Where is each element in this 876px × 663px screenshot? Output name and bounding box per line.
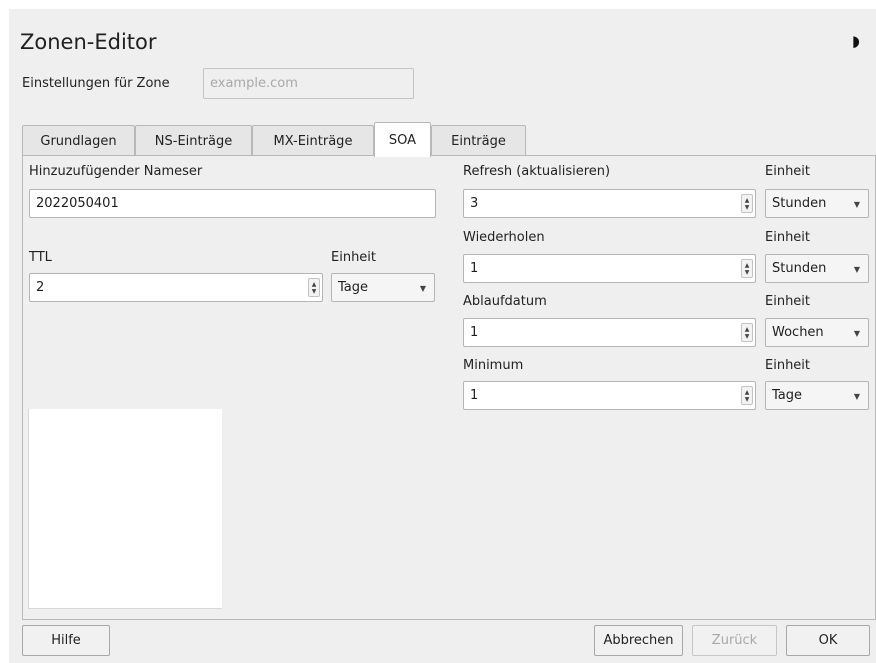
expire-value: 1: [470, 325, 479, 340]
spin-arrows-icon[interactable]: ▲ ▼: [308, 278, 320, 297]
tab-mx-eintraege[interactable]: MX-Einträge: [252, 125, 374, 156]
chevron-down-icon: ▼: [853, 200, 860, 209]
spin-arrows-icon[interactable]: ▲ ▼: [741, 194, 753, 213]
chevron-down-icon: ▼: [419, 284, 426, 293]
window-title: Zonen-Editor: [20, 30, 157, 54]
minimum-value: 1: [470, 388, 479, 403]
minimum-unit-select[interactable]: Tage ▼: [765, 381, 869, 410]
refresh-unit-label: Einheit: [765, 164, 811, 179]
refresh-spinbox[interactable]: 3 ▲ ▼: [463, 189, 756, 218]
ttl-unit-label: Einheit: [331, 250, 377, 265]
cancel-button[interactable]: Abbrechen: [594, 625, 683, 656]
refresh-unit-value: Stunden: [772, 196, 827, 211]
tab-soa[interactable]: SOA: [374, 122, 431, 157]
chevron-down-icon: ▼: [853, 329, 860, 338]
chevron-down-icon: ▼: [853, 392, 860, 401]
expire-spinbox[interactable]: 1 ▲ ▼: [463, 318, 756, 347]
ok-button[interactable]: OK: [786, 625, 870, 656]
chevron-down-icon: ▼: [853, 265, 860, 274]
retry-label: Wiederholen: [463, 230, 545, 245]
ttl-unit-value: Tage: [338, 280, 369, 295]
tab-eintraege[interactable]: Einträge: [431, 125, 526, 156]
retry-unit-label: Einheit: [765, 230, 811, 245]
spin-arrows-icon[interactable]: ▲ ▼: [741, 323, 753, 342]
expire-unit-select[interactable]: Wochen ▼: [765, 318, 869, 347]
refresh-value: 3: [470, 196, 479, 211]
retry-value: 1: [470, 261, 479, 276]
retry-spinbox[interactable]: 1 ▲ ▼: [463, 254, 756, 283]
half-moon-icon[interactable]: ◗: [852, 32, 860, 50]
ttl-value: 2: [36, 280, 45, 295]
zone-label: Einstellungen für Zone: [22, 76, 170, 91]
refresh-unit-select[interactable]: Stunden ▼: [765, 189, 869, 218]
minimum-label: Minimum: [463, 358, 524, 373]
ttl-label: TTL: [29, 250, 52, 265]
refresh-label: Refresh (aktualisieren): [463, 164, 611, 179]
expire-unit-label: Einheit: [765, 294, 811, 309]
ttl-unit-select[interactable]: Tage ▼: [331, 273, 435, 302]
help-button[interactable]: Hilfe: [22, 625, 110, 656]
ttl-spinbox[interactable]: 2 ▲ ▼: [29, 273, 323, 302]
retry-unit-value: Stunden: [772, 261, 827, 276]
blank-preview-area: [28, 409, 222, 609]
retry-unit-select[interactable]: Stunden ▼: [765, 254, 869, 283]
nameserver-label: Hinzuzufügender Nameser: [29, 164, 203, 179]
tab-ns-eintraege[interactable]: NS-Einträge: [135, 125, 252, 156]
nameserver-input[interactable]: 2022050401: [29, 189, 436, 218]
expire-unit-value: Wochen: [772, 325, 824, 340]
zone-name-input[interactable]: [203, 68, 414, 99]
back-button[interactable]: Zurück: [692, 625, 777, 656]
minimum-unit-label: Einheit: [765, 358, 811, 373]
minimum-spinbox[interactable]: 1 ▲ ▼: [463, 381, 756, 410]
minimum-unit-value: Tage: [772, 388, 803, 403]
spin-arrows-icon[interactable]: ▲ ▼: [741, 386, 753, 405]
spin-arrows-icon[interactable]: ▲ ▼: [741, 259, 753, 278]
expire-label: Ablaufdatum: [463, 294, 547, 309]
tab-grundlagen[interactable]: Grundlagen: [22, 125, 135, 156]
